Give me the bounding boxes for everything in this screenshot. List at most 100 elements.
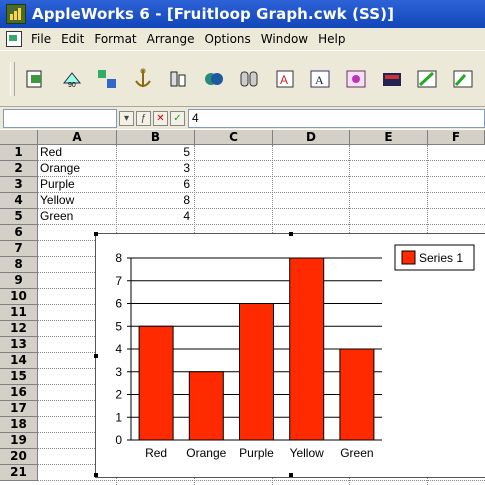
row-header-6[interactable]: 6 [0,225,38,241]
gridline-row [38,176,485,177]
bar-green [339,348,375,441]
row-header-5[interactable]: 5 [0,209,38,225]
y-tick-label-1: 1 [115,410,122,424]
document-icon[interactable] [6,31,22,47]
cell-b5[interactable]: 4 [117,209,190,224]
cell-a4[interactable]: Yellow [40,193,74,208]
row-header-9[interactable]: 9 [0,273,38,289]
row-header-19[interactable]: 19 [0,433,38,449]
more-icon[interactable] [449,65,476,93]
row-header-20[interactable]: 20 [0,449,38,465]
select-all-corner[interactable] [0,130,38,145]
row-header-10[interactable]: 10 [0,289,38,305]
insert-object-icon[interactable] [23,65,50,93]
cell-a1[interactable]: Red [40,145,62,160]
entry-bar: ▾ ƒ ✕ ✓ 4 [0,107,485,129]
y-tick-label-8: 8 [115,251,122,265]
row-header-1[interactable]: 1 [0,145,38,161]
cell-b1[interactable]: 5 [117,145,190,160]
menu-options[interactable]: Options [199,32,255,46]
appleworks-app-icon[interactable] [6,4,26,24]
legend-label: Series 1 [419,251,463,265]
svg-text:A: A [280,73,288,87]
cell-a3[interactable]: Purple [40,177,75,192]
row-header-18[interactable]: 18 [0,417,38,433]
bar-yellow [289,257,325,441]
cell-b3[interactable]: 6 [117,177,190,192]
row-header-15[interactable]: 15 [0,369,38,385]
row-header-12[interactable]: 12 [0,321,38,337]
column-header-e[interactable]: E [350,130,428,145]
button-bar: 90 A A [0,50,485,107]
gridline-row [38,480,485,481]
cell-a2[interactable]: Orange [40,161,80,176]
column-header-f[interactable]: F [428,130,485,145]
menu-arrange[interactable]: Arrange [142,32,200,46]
row-header-16[interactable]: 16 [0,385,38,401]
y-tick-label-5: 5 [115,319,122,333]
column-header-d[interactable]: D [273,130,350,145]
accept-entry-icon[interactable]: ✓ [170,110,185,126]
align-icon[interactable] [165,65,192,93]
x-tick-label-yellow: Yellow [290,446,325,460]
y-tick-label-2: 2 [115,388,122,402]
cell-a5[interactable]: Green [40,209,73,224]
column-header-b[interactable]: B [117,130,195,145]
anchor-icon[interactable] [129,65,156,93]
row-header-3[interactable]: 3 [0,177,38,193]
row-header-21[interactable]: 21 [0,465,38,481]
gridline-row [38,224,485,225]
row-header-13[interactable]: 13 [0,337,38,353]
rotate-icon[interactable]: 90 [58,65,85,93]
column-header-a[interactable]: A [38,130,117,145]
y-tick-label-7: 7 [115,274,122,288]
bar-orange [188,371,224,441]
menu-file[interactable]: File [26,32,56,46]
function-icon[interactable]: ƒ [136,110,151,126]
row-header-11[interactable]: 11 [0,305,38,321]
menu-help[interactable]: Help [313,32,350,46]
menu-format[interactable]: Format [89,32,141,46]
palette-icon[interactable] [378,65,405,93]
bar-chart[interactable]: 0 1 2 3 4 5 6 7 8 Red Orange Purple Yellow Green Serie… [94,232,485,478]
bar-purple [239,303,274,441]
selection-handle[interactable] [94,232,98,236]
x-tick-label-orange: Orange [186,446,226,460]
row-header-17[interactable]: 17 [0,401,38,417]
toolbar-grip[interactable] [10,61,15,96]
menu-edit[interactable]: Edit [56,32,89,46]
text-icon[interactable]: A [272,65,299,93]
selection-handle[interactable] [94,473,98,477]
selection-handle[interactable] [289,232,293,236]
x-tick-label-red: Red [145,446,167,460]
svg-text:A: A [315,73,324,87]
group-icon[interactable] [94,65,121,93]
selection-handle[interactable] [289,473,293,477]
window-title: AppleWorks 6 - [Fruitloop Graph.cwk (SS)… [32,5,395,23]
row-header-2[interactable]: 2 [0,161,38,177]
fill-icon[interactable] [201,65,228,93]
menu-window[interactable]: Window [256,32,313,46]
stroke-icon[interactable] [236,65,263,93]
column-header-c[interactable]: C [195,130,273,145]
selection-handle[interactable] [94,354,98,358]
row-header-4[interactable]: 4 [0,193,38,209]
gridline-row [38,192,485,193]
y-tick-label-6: 6 [115,297,122,311]
draw-icon[interactable] [414,65,441,93]
text-box-icon[interactable]: A [307,65,334,93]
entry-field[interactable]: 4 [188,108,485,128]
x-tick-label-purple: Purple [239,446,274,460]
cell-b2[interactable]: 3 [117,161,190,176]
x-tick-label-green: Green [340,446,373,460]
image-icon[interactable] [343,65,370,93]
row-header-8[interactable]: 8 [0,257,38,273]
y-tick-label-0: 0 [115,433,122,447]
cell-reference-box[interactable] [3,108,117,128]
cancel-entry-icon[interactable]: ✕ [153,110,168,126]
dropdown-arrow-icon[interactable]: ▾ [119,110,134,126]
row-header-7[interactable]: 7 [0,241,38,257]
svg-text:90: 90 [68,82,76,89]
row-header-14[interactable]: 14 [0,353,38,369]
cell-b4[interactable]: 8 [117,193,190,208]
